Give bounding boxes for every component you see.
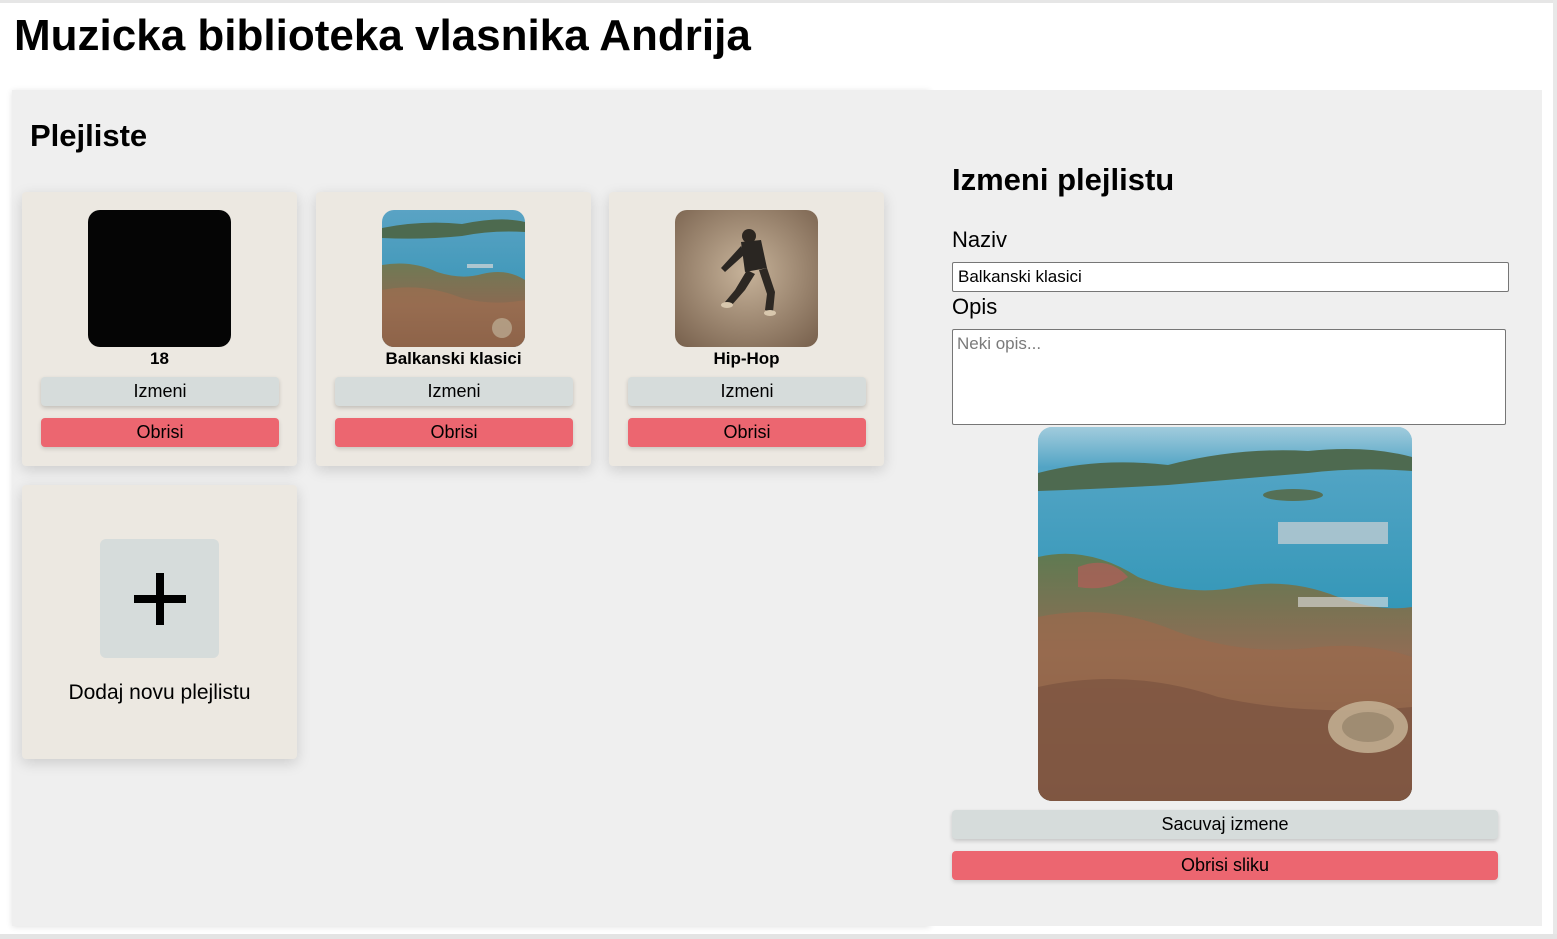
playlist-cover-image (675, 210, 818, 347)
playlist-cover-image (88, 210, 231, 347)
playlist-name-input[interactable] (952, 262, 1509, 292)
playlist-card: Balkanski klasici Izmeni Obrisi (316, 192, 591, 466)
playlists-heading: Plejliste (30, 118, 148, 153)
playlist-name: Hip-Hop (713, 349, 780, 368)
delete-playlist-button[interactable]: Obrisi (628, 418, 866, 447)
playlist-cover-preview (1038, 427, 1412, 801)
edit-playlist-panel: Izmeni plejlistu Naziv Opis (930, 90, 1542, 926)
add-playlist-tile[interactable] (100, 539, 219, 658)
aerial-coastal-city-photo (382, 210, 525, 347)
add-playlist-label: Dodaj novu plejlistu (68, 681, 251, 704)
edit-playlist-button[interactable]: Izmeni (41, 377, 279, 406)
jumping-person-photo (675, 210, 818, 347)
edit-playlist-heading: Izmeni plejlistu (952, 162, 1175, 197)
playlist-card: Hip-Hop Izmeni Obrisi (609, 192, 884, 466)
description-label: Opis (952, 294, 998, 319)
playlist-cover-image (382, 210, 525, 347)
playlist-description-input[interactable] (952, 329, 1506, 425)
playlist-name: Balkanski klasici (385, 349, 522, 368)
delete-image-button[interactable]: Obrisi sliku (952, 851, 1498, 880)
add-playlist-card[interactable]: Dodaj novu plejlistu (22, 485, 297, 759)
plus-icon (133, 572, 186, 625)
save-changes-button[interactable]: Sacuvaj izmene (952, 810, 1498, 839)
playlist-name: 18 (150, 349, 169, 368)
playlists-panel: Plejliste 18 Izmeni Obrisi Balkanski kla… (12, 90, 930, 926)
top-border (0, 0, 1557, 3)
edit-playlist-button[interactable]: Izmeni (335, 377, 573, 406)
bottom-border (0, 934, 1557, 939)
page-title: Muzicka biblioteka vlasnika Andrija (14, 11, 751, 60)
delete-playlist-button[interactable]: Obrisi (335, 418, 573, 447)
edit-playlist-button[interactable]: Izmeni (628, 377, 866, 406)
window-scrollbar[interactable] (1553, 0, 1557, 939)
delete-playlist-button[interactable]: Obrisi (41, 418, 279, 447)
playlist-card: 18 Izmeni Obrisi (22, 192, 297, 466)
black-square-cover (88, 210, 231, 347)
aerial-coastal-city-photo (1038, 427, 1412, 801)
name-label: Naziv (952, 227, 1008, 252)
